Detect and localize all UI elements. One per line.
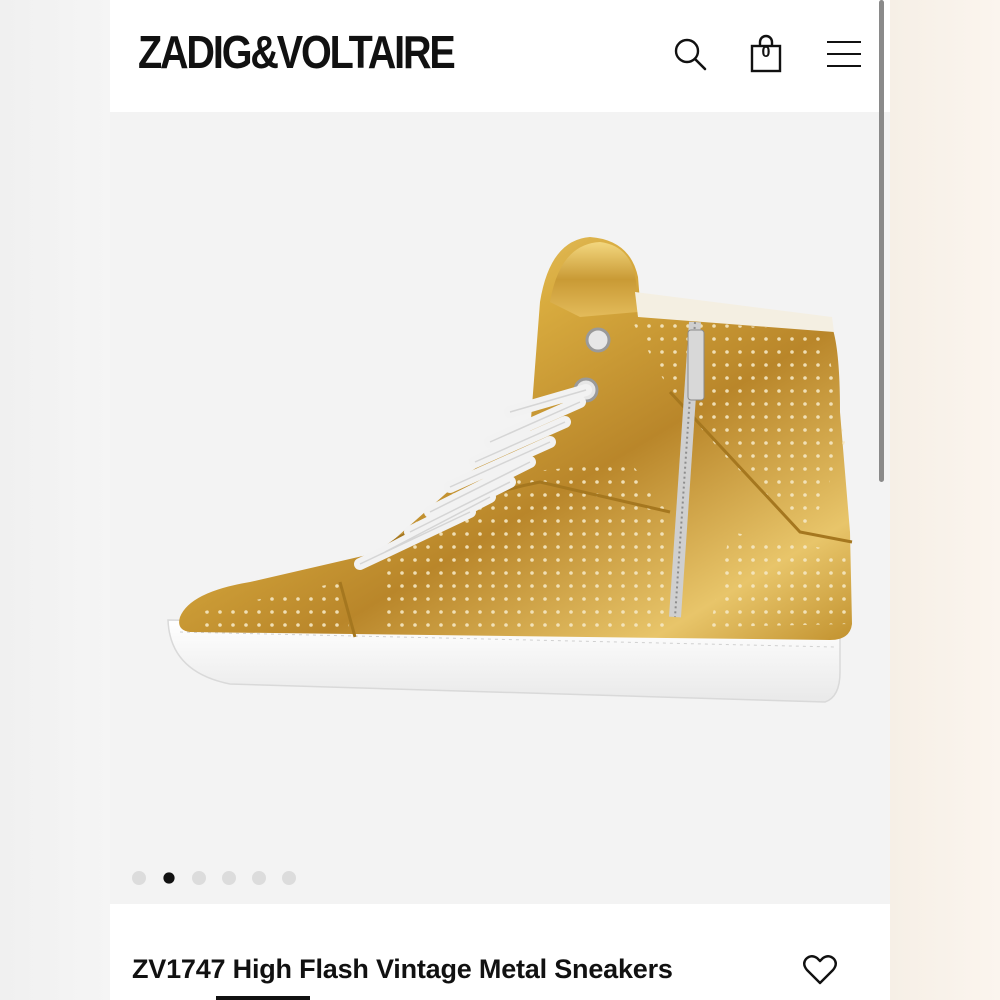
- hamburger-menu-icon: [827, 41, 861, 67]
- wishlist-button[interactable]: [798, 950, 842, 990]
- carousel-dot[interactable]: [132, 871, 146, 885]
- product-info: ZV1747 High Flash Vintage Metal Sneakers: [110, 904, 890, 1000]
- carousel-dot[interactable]: [192, 871, 206, 885]
- carousel-dot[interactable]: [252, 871, 266, 885]
- bag-button[interactable]: 0: [744, 32, 788, 76]
- search-icon: [674, 38, 707, 71]
- brand-logo[interactable]: ZADIG&VOLTAIRE: [138, 24, 456, 80]
- heart-icon: [803, 955, 837, 985]
- carousel-dots: [132, 871, 296, 885]
- mobile-page: ZADIG&VOLTAIRE 0 ZV1747 High Flash Vinta…: [110, 0, 890, 1000]
- carousel-dot[interactable]: [222, 871, 236, 885]
- product-image[interactable]: [110, 112, 890, 904]
- title-underline: [216, 996, 310, 1000]
- bag-count-badge: 0: [761, 44, 771, 61]
- search-button[interactable]: [668, 32, 712, 76]
- carousel-dot-active[interactable]: [163, 872, 175, 884]
- product-gallery[interactable]: [110, 112, 890, 904]
- product-title: ZV1747 High Flash Vintage Metal Sneakers: [132, 954, 673, 984]
- site-header: ZADIG&VOLTAIRE 0: [110, 0, 890, 112]
- left-backdrop: [0, 0, 110, 1000]
- carousel-dot[interactable]: [282, 871, 296, 885]
- right-backdrop: [890, 0, 1000, 1000]
- scrollbar[interactable]: [879, 0, 886, 1000]
- menu-button[interactable]: [822, 32, 866, 76]
- scrollbar-thumb[interactable]: [879, 0, 884, 482]
